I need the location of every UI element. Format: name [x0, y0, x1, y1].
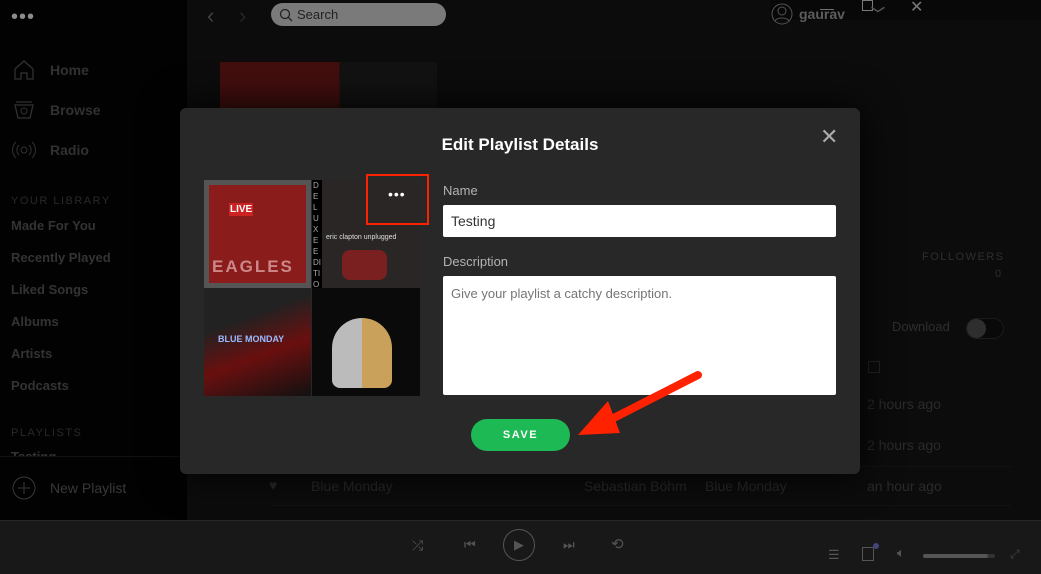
- device-badge: [873, 543, 879, 549]
- name-input[interactable]: [443, 205, 836, 237]
- cover-text: BLUE MONDAY: [218, 334, 285, 344]
- search-placeholder: Search: [297, 7, 339, 22]
- annotation-highlight-box: •••: [366, 174, 429, 225]
- edit-playlist-dialog: Edit Playlist Details ✕ LIVE EAGLES DELU…: [180, 108, 860, 474]
- fullscreen-icon[interactable]: ⤢: [1010, 547, 1020, 562]
- play-button[interactable]: ▶: [503, 529, 535, 561]
- cover-text: LIVE: [229, 203, 254, 216]
- guitar-image: [342, 250, 387, 280]
- annotation-arrow: [578, 371, 702, 435]
- devices-icon[interactable]: [862, 547, 874, 561]
- more-options-icon[interactable]: •••: [388, 186, 406, 202]
- cover-text: eric clapton unplugged: [326, 234, 397, 241]
- cover-tile-blue-monday: BLUE MONDAY: [204, 288, 311, 396]
- queue-icon[interactable]: ☰: [828, 547, 840, 563]
- player-bar: ⤮ ⏮ ▶ ⏭ ⟲ ☰ 🔈︎ ⤢: [0, 520, 1041, 574]
- description-label: Description: [443, 254, 509, 269]
- search-icon: [279, 8, 293, 21]
- cover-text: EAGLES: [212, 257, 294, 276]
- save-button[interactable]: SAVE: [471, 419, 570, 451]
- next-icon[interactable]: ⏭: [563, 537, 575, 553]
- cover-tile-eagles: LIVE EAGLES: [204, 180, 311, 288]
- close-icon[interactable]: ✕: [820, 124, 838, 150]
- name-label: Name: [443, 183, 478, 198]
- cover-text: DELUXE EDITION: [312, 180, 322, 300]
- previous-icon[interactable]: ⏮: [464, 537, 476, 553]
- volume-icon[interactable]: 🔈︎: [897, 545, 905, 561]
- volume-slider[interactable]: [923, 554, 995, 558]
- cover-tile-daft-punk: [312, 288, 420, 396]
- dialog-title: Edit Playlist Details: [441, 135, 599, 154]
- search-input[interactable]: Search: [271, 3, 446, 26]
- helmet-image: [332, 318, 392, 388]
- repeat-icon[interactable]: ⟲: [611, 535, 624, 553]
- cover-image[interactable]: LIVE EAGLES DELUXE EDITION eric clapton …: [204, 174, 429, 396]
- shuffle-icon[interactable]: ⤮: [412, 537, 423, 554]
